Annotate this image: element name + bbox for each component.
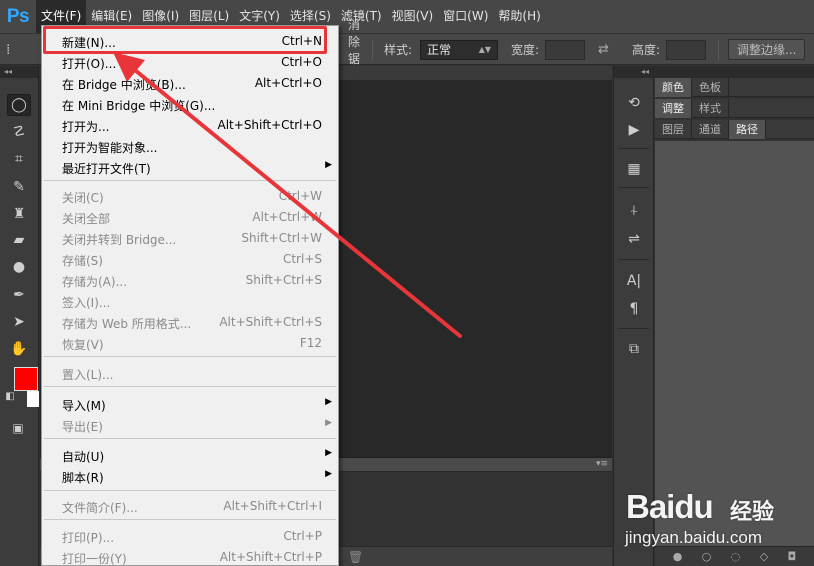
menu-item-browse-in-bridge[interactable]: 在 Bridge 中浏览(B)... Alt+Ctrl+O [42, 73, 338, 94]
collapse-arrows-icon[interactable]: ◂◂ [614, 66, 653, 78]
menu-item-revert[interactable]: 恢复(V) F12 [42, 333, 338, 354]
swap-arrows-icon[interactable]: ⇄ [598, 42, 609, 57]
path-select-icon[interactable]: ➤ [7, 311, 31, 333]
menu-item-place[interactable]: 置入(L)... [42, 363, 338, 384]
menu-separator [44, 490, 336, 491]
tab-styles[interactable]: 样式 [692, 99, 729, 118]
menu-item-save-as[interactable]: 存储为(A)... Shift+Ctrl+S [42, 270, 338, 291]
watermark-url: jingyan.baidu.com [625, 528, 763, 547]
crop-tool-icon[interactable]: ⌗ [7, 148, 31, 170]
clone-stamp-icon[interactable]: ♜ [7, 203, 31, 225]
menu-view[interactable]: 视图(V) [387, 0, 439, 33]
menu-item-print[interactable]: 打印(P)... Ctrl+P [42, 526, 338, 547]
adjustments-panel-tabs: 调整 样式 [655, 99, 814, 118]
menu-item-close[interactable]: 关闭(C) Ctrl+W [42, 186, 338, 207]
menu-item-new[interactable]: 新建(N)... Ctrl+N [42, 31, 338, 52]
menu-item-save-for-web[interactable]: 存储为 Web 所用格式... Alt+Shift+Ctrl+S [42, 312, 338, 333]
tab-paths[interactable]: 路径 [729, 120, 766, 139]
height-label: 高度: [632, 43, 661, 57]
submenu-arrow-icon: ▶ [325, 160, 332, 170]
panels-header [655, 66, 814, 78]
menu-item-print-one-copy[interactable]: 打印一份(Y) Alt+Shift+Ctrl+P [42, 547, 338, 565]
chevron-updown-icon: ▲▼ [478, 45, 491, 54]
menu-item-open-as-smart-object[interactable]: 打开为智能对象... [42, 136, 338, 157]
trash-icon[interactable]: 🗑 [348, 550, 363, 564]
submenu-arrow-icon: ▶ [325, 469, 332, 479]
character-icon[interactable]: A| [623, 270, 645, 292]
hand-tool-icon[interactable]: ✋ [7, 338, 31, 360]
blur-drop-icon[interactable]: ● [7, 256, 31, 278]
style-select[interactable]: 正常 ▲▼ [420, 39, 498, 60]
submenu-arrow-icon: ▶ [325, 448, 332, 458]
collapse-arrows-icon[interactable]: ◂◂ [0, 66, 38, 78]
eraser-icon[interactable]: ▰ [7, 229, 31, 251]
paragraph-icon[interactable]: ¶ [623, 298, 645, 320]
panel-menu-icon[interactable]: ▾≡ [596, 459, 608, 469]
menu-item-open-recent[interactable]: 最近打开文件(T) ▶ [42, 157, 338, 178]
tab-swatches[interactable]: 色板 [692, 78, 729, 97]
tab-channels[interactable]: 通道 [692, 120, 729, 139]
photoshop-logo: Ps [6, 5, 30, 27]
menu-help[interactable]: 帮助(H) [493, 0, 545, 33]
baidu-jingyan-watermark: Baidu 经验 jingyan.baidu.com [622, 488, 812, 554]
baidu-logo: Baidu [626, 488, 714, 525]
tool-preset-icon[interactable]: ⁞ [6, 34, 10, 65]
paths-panel-body [655, 141, 814, 546]
quick-mask-icon[interactable]: ▣ [8, 420, 28, 436]
style-label: 样式: [384, 43, 413, 57]
menu-item-automate[interactable]: 自动(U) ▶ [42, 445, 338, 466]
tools-panel: ◂◂ ◯ ☡ ⌗ ✎ ♜ ▰ ● ✒ ➤ ✋ ◧ ▣ [0, 66, 39, 566]
menu-separator [44, 519, 336, 520]
marquee-tool-icon[interactable]: ◯ [7, 94, 31, 116]
width-field[interactable] [545, 39, 585, 60]
menu-item-open-as[interactable]: 打开为... Alt+Shift+Ctrl+O [42, 115, 338, 136]
color-panel-tabs: 颜色 色板 [655, 78, 814, 97]
brush-settings-icon[interactable]: ⇌ [623, 228, 645, 250]
tab-layers[interactable]: 图层 [655, 120, 692, 139]
paragraph-styles-icon[interactable]: ⧉ [623, 338, 645, 360]
pen-tool-icon[interactable]: ✒ [7, 284, 31, 306]
file-menu-dropdown: 新建(N)... Ctrl+N 打开(O)... Ctrl+O 在 Bridge 中… [41, 25, 339, 566]
actions-play-icon[interactable]: ▶ [623, 119, 645, 141]
menu-separator [44, 356, 336, 357]
menu-item-close-all[interactable]: 关闭全部 Alt+Ctrl+W [42, 207, 338, 228]
submenu-arrow-icon: ▶ [325, 418, 332, 428]
menu-separator [44, 386, 336, 387]
menu-item-close-and-go-to-bridge[interactable]: 关闭并转到 Bridge... Shift+Ctrl+W [42, 228, 338, 249]
background-color-swatch[interactable] [27, 391, 39, 407]
layers-panel-tabs: 图层 通道 路径 [655, 120, 814, 139]
anti-alias-label: 消除锯齿 [347, 17, 360, 83]
menu-item-scripts[interactable]: 脚本(R) ▶ [42, 466, 338, 487]
tab-adjustments[interactable]: 调整 [655, 99, 692, 118]
watermark-brand: 经验 [730, 500, 775, 525]
menu-item-file-info[interactable]: 文件简介(F)... Alt+Shift+Ctrl+I [42, 496, 338, 517]
height-field[interactable] [666, 39, 706, 60]
healing-brush-icon[interactable]: ✎ [7, 176, 31, 198]
submenu-arrow-icon: ▶ [325, 397, 332, 407]
style-select-value: 正常 [427, 43, 452, 57]
3d-icon[interactable]: ▦ [623, 158, 645, 180]
menu-window[interactable]: 窗口(W) [438, 0, 493, 33]
menu-item-check-in[interactable]: 签入(I)... [42, 291, 338, 312]
menu-item-export[interactable]: 导出(E) ▶ [42, 415, 338, 436]
history-icon[interactable]: ⟲ [623, 92, 645, 114]
menu-item-save[interactable]: 存储(S) Ctrl+S [42, 249, 338, 270]
menu-separator [44, 438, 336, 439]
brush-presets-icon[interactable]: ⍭ [623, 200, 645, 222]
menu-item-open[interactable]: 打开(O)... Ctrl+O [42, 52, 338, 73]
width-label: 宽度: [511, 43, 540, 57]
lasso-tool-icon[interactable]: ☡ [7, 121, 31, 143]
refine-edge-button[interactable]: 调整边缘... [728, 39, 806, 60]
tab-color[interactable]: 颜色 [655, 78, 692, 97]
menu-item-import[interactable]: 导入(M) ▶ [42, 394, 338, 415]
menu-separator [44, 180, 336, 181]
menu-item-browse-in-mini-bridge[interactable]: 在 Mini Bridge 中浏览(G)... [42, 94, 338, 115]
default-colors-icon[interactable]: ◧ [2, 388, 18, 404]
